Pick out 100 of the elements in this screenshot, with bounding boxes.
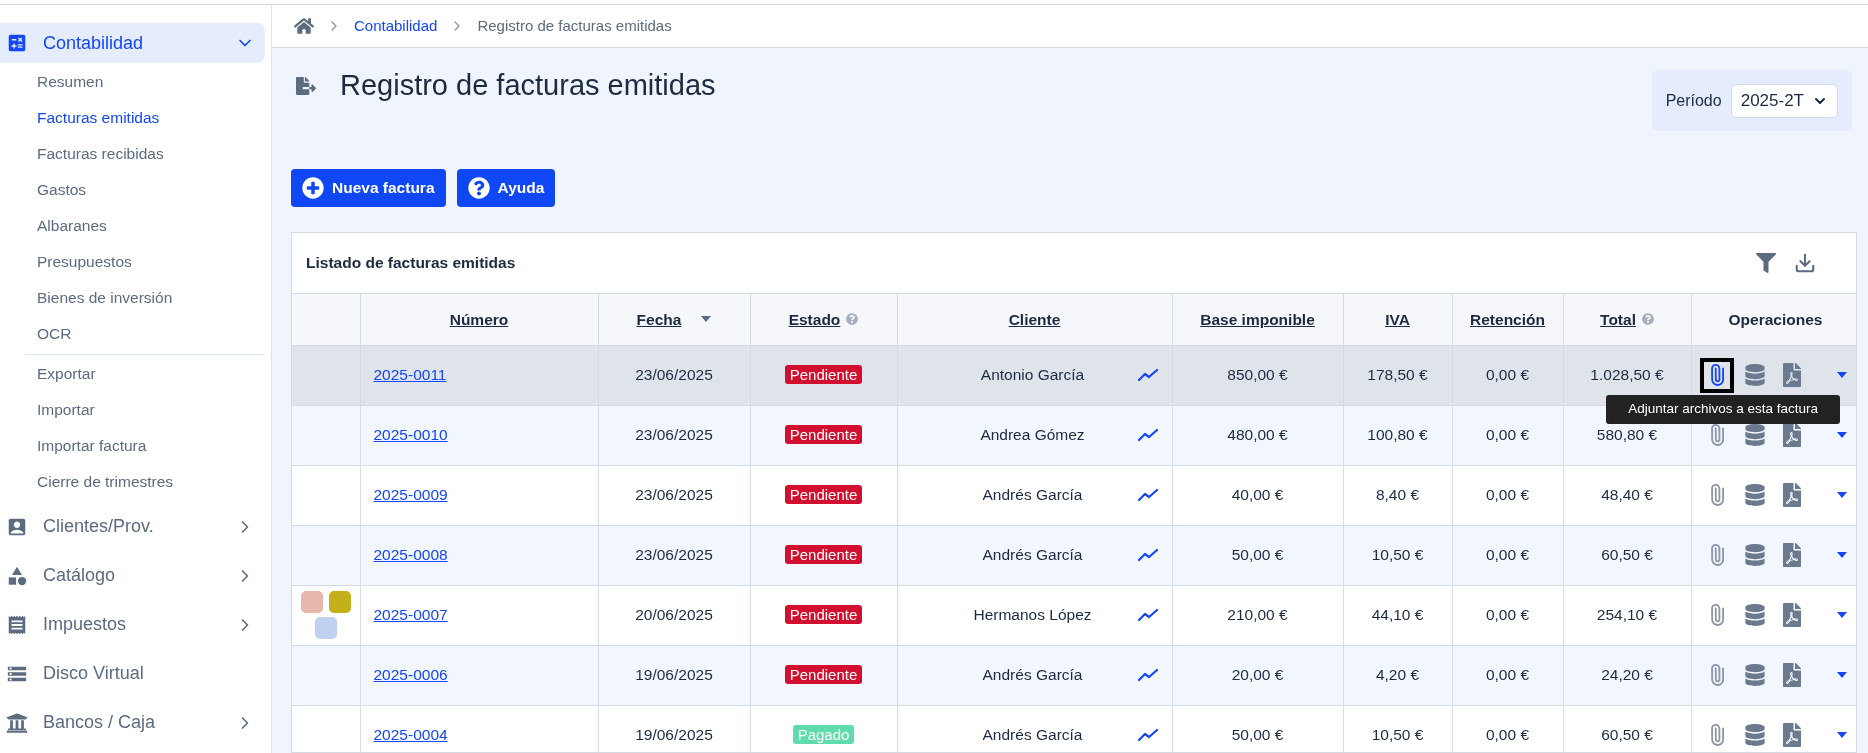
table-cell: 10,50 € <box>1371 726 1424 744</box>
receipt-icon <box>6 613 28 636</box>
invoice-number-link[interactable]: 2025-0009 <box>373 486 448 504</box>
status-badge: Pendiente <box>784 605 863 625</box>
database-icon[interactable] <box>1743 664 1766 686</box>
caret-down-icon[interactable] <box>1836 492 1847 498</box>
sidebar-item[interactable]: Bienes de inversión <box>0 280 265 316</box>
sidebar-section[interactable]: Clientes/Prov. <box>0 502 265 551</box>
table-cell: 24,20 € <box>1601 666 1653 684</box>
sidebar-item[interactable]: Importar factura <box>25 428 265 464</box>
trend-line-icon[interactable] <box>1137 369 1158 381</box>
sidebar-section[interactable]: Contabilidad <box>0 23 265 63</box>
sidebar-item[interactable]: Resumen <box>0 64 265 100</box>
sidebar-item[interactable]: OCR <box>0 316 265 352</box>
table-cell: 210,00 € <box>1227 606 1288 624</box>
sidebar-item[interactable]: Presupuestos <box>0 244 265 280</box>
table-title: Listado de facturas emitidas <box>306 253 516 274</box>
column-header[interactable]: Total <box>1600 307 1636 331</box>
table-cell: 850,00 € <box>1227 366 1288 384</box>
trend-line-icon[interactable] <box>1137 429 1158 441</box>
sidebar-item[interactable]: Facturas recibidas <box>0 136 265 172</box>
table-cell: 19/06/2025 <box>635 666 713 684</box>
invoice-number-link[interactable]: 2025-0010 <box>373 426 448 444</box>
table-cell: 4,20 € <box>1375 666 1420 684</box>
table-cell: 100,80 € <box>1367 426 1428 444</box>
table-cell: 0,00 € <box>1485 486 1530 504</box>
status-badge: Pagado <box>792 725 855 745</box>
sidebar-item[interactable]: Importar <box>25 392 265 428</box>
status-badge: Pendiente <box>784 485 863 505</box>
database-icon[interactable] <box>1743 364 1766 386</box>
table-cell: 0,00 € <box>1485 426 1530 444</box>
trend-line-icon[interactable] <box>1137 729 1158 741</box>
invoice-number-link[interactable]: 2025-0008 <box>373 546 448 564</box>
table-cell: 480,00 € <box>1227 426 1288 444</box>
pdf-file-icon[interactable] <box>1780 423 1803 447</box>
bank-icon <box>6 711 28 734</box>
table-cell-text: Andrés García <box>981 485 1084 506</box>
table-cell: 23/06/2025 <box>635 426 713 444</box>
toolbar-button[interactable]: Ayuda <box>456 169 556 207</box>
table-cell: 0,00 € <box>1485 606 1530 624</box>
table-cell: 48,40 € <box>1601 486 1653 504</box>
table-cell: 50,00 € <box>1231 546 1284 564</box>
status-badge: Pendiente <box>784 665 863 685</box>
table-cell-text: Andrés García <box>981 725 1084 746</box>
page-title: Registro de facturas emitidas <box>340 68 716 103</box>
trend-line-icon[interactable] <box>1137 549 1158 561</box>
database-icon[interactable] <box>1743 424 1766 446</box>
sidebar-section[interactable]: Disco Virtual <box>0 649 265 698</box>
column-header[interactable]: Cliente <box>1008 307 1061 331</box>
toolbar-button[interactable]: Nueva factura <box>291 169 446 207</box>
database-icon[interactable] <box>1743 724 1766 746</box>
column-header[interactable]: Base imponible <box>1200 307 1315 331</box>
column-header[interactable]: Retención <box>1470 307 1545 331</box>
caret-down-icon[interactable] <box>1836 732 1847 738</box>
database-icon[interactable] <box>1743 604 1766 626</box>
sidebar-item[interactable]: Albaranes <box>0 208 265 244</box>
breadcrumb-link[interactable]: Contabilidad <box>354 14 438 38</box>
table-cell: 23/06/2025 <box>635 486 713 504</box>
table-cell: 254,10 € <box>1596 606 1658 624</box>
database-icon[interactable] <box>1743 484 1766 506</box>
table-cell: 44,10 € <box>1371 606 1424 624</box>
caret-down-icon[interactable] <box>701 316 712 323</box>
column-header[interactable]: IVA <box>1385 307 1410 331</box>
filter-icon[interactable] <box>1756 253 1776 273</box>
table-cell: 0,00 € <box>1485 366 1530 384</box>
attach-button[interactable] <box>1699 357 1734 393</box>
caret-down-icon[interactable] <box>1836 432 1847 438</box>
trend-line-icon[interactable] <box>1137 489 1158 501</box>
column-header[interactable]: Fecha <box>636 307 682 331</box>
sidebar-item[interactable]: Cierre de trimestres <box>25 464 265 500</box>
caret-down-icon[interactable] <box>1836 612 1847 618</box>
sidebar-item[interactable]: Exportar <box>25 356 265 392</box>
table-cell: 0,00 € <box>1485 546 1530 564</box>
column-header: Operaciones <box>1728 309 1823 330</box>
sidebar-section[interactable]: Bancos / Caja <box>0 698 265 747</box>
invoice-number-link[interactable]: 2025-0006 <box>373 666 448 684</box>
breadcrumb-current: Registro de facturas emitidas <box>477 15 672 36</box>
caret-down-icon[interactable] <box>1836 372 1847 378</box>
invoice-number-link[interactable]: 2025-0004 <box>373 726 448 744</box>
caret-down-icon[interactable] <box>1836 552 1847 558</box>
caret-down-icon[interactable] <box>1836 672 1847 678</box>
trend-line-icon[interactable] <box>1137 609 1158 621</box>
database-icon[interactable] <box>1743 544 1766 566</box>
sidebar-section[interactable]: Catálogo <box>0 551 265 600</box>
column-header[interactable]: Número <box>449 307 509 331</box>
invoice-number-link[interactable]: 2025-0011 <box>373 366 447 384</box>
table-cell-text: Andrés García <box>981 665 1084 686</box>
table-cell: 60,50 € <box>1601 546 1653 564</box>
invoice-number-link[interactable]: 2025-0007 <box>373 606 448 624</box>
period-select[interactable]: 2025-2T <box>1730 83 1838 118</box>
home-icon[interactable] <box>294 17 314 35</box>
sidebar-section[interactable]: Impuestos <box>0 600 265 649</box>
column-header[interactable]: Estado <box>788 307 841 331</box>
table-cell-text: Andrés García <box>981 545 1084 566</box>
table-cell: 23/06/2025 <box>635 366 713 384</box>
sidebar-item[interactable]: Facturas emitidas <box>0 100 265 136</box>
trend-line-icon[interactable] <box>1137 669 1158 681</box>
sidebar-item[interactable]: Gastos <box>0 172 265 208</box>
download-icon[interactable] <box>1794 252 1816 274</box>
tooltip: Adjuntar archivos a esta factura <box>1606 395 1840 424</box>
